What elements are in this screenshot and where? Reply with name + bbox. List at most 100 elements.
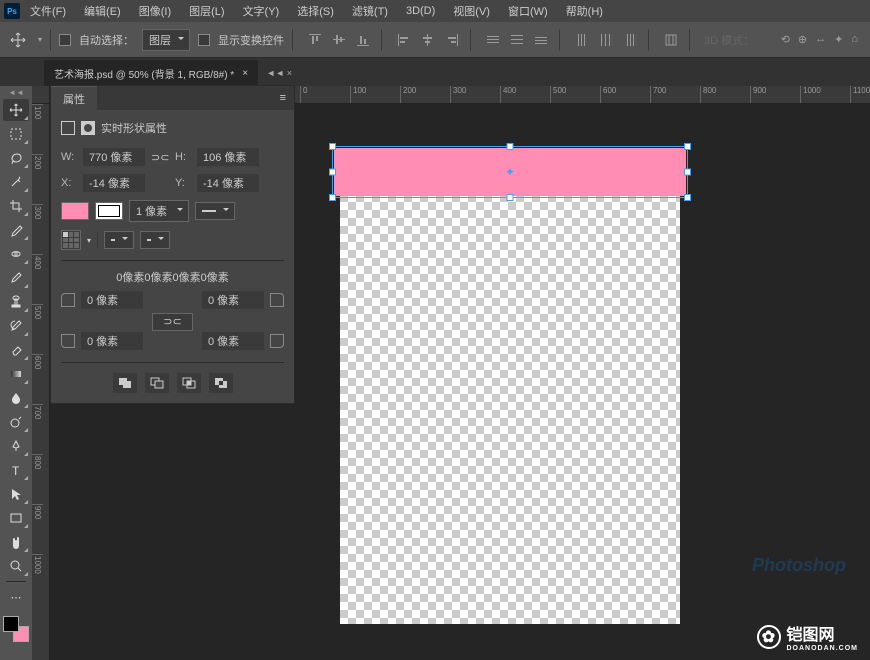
- align-vcenter-icon[interactable]: [329, 30, 349, 50]
- marquee-tool[interactable]: [3, 123, 29, 145]
- zoom-tool[interactable]: [3, 555, 29, 577]
- corner-tr-input[interactable]: [202, 291, 264, 309]
- gradient-tool[interactable]: [3, 363, 29, 385]
- menu-edit[interactable]: 编辑(E): [76, 1, 129, 21]
- align-right-icon[interactable]: [442, 30, 462, 50]
- slide-icon[interactable]: ↔: [815, 33, 826, 46]
- shape-tool[interactable]: [3, 507, 29, 529]
- width-label: W:: [61, 151, 77, 163]
- eraser-tool[interactable]: [3, 339, 29, 361]
- scale-3d-icon[interactable]: ✦: [834, 33, 843, 46]
- handle-top-left[interactable]: [329, 143, 336, 150]
- transform-bounding-box[interactable]: ✦: [332, 146, 688, 198]
- ruler-vertical[interactable]: 1002003004005006007008009001000: [32, 104, 50, 660]
- orbit-icon[interactable]: ⟲: [781, 33, 790, 46]
- fill-color-swatch[interactable]: [61, 202, 89, 220]
- join-type-dropdown[interactable]: [140, 231, 170, 249]
- y-input[interactable]: [197, 174, 259, 192]
- handle-bot-left[interactable]: [329, 194, 336, 201]
- handle-mid-right[interactable]: [684, 169, 691, 176]
- ruler-origin[interactable]: [32, 86, 50, 104]
- dodge-tool[interactable]: [3, 411, 29, 433]
- pathop-intersect-icon[interactable]: [177, 373, 201, 393]
- crop-tool[interactable]: [3, 195, 29, 217]
- menu-select[interactable]: 选择(S): [289, 1, 342, 21]
- auto-select-target[interactable]: 图层: [142, 29, 190, 51]
- auto-select-checkbox[interactable]: [59, 34, 71, 46]
- corner-tl-icon: [61, 293, 75, 307]
- close-tab-icon[interactable]: ×: [242, 68, 248, 79]
- brush-tool[interactable]: [3, 267, 29, 289]
- lasso-tool[interactable]: [3, 147, 29, 169]
- pan-3d-icon[interactable]: ⊕: [798, 33, 807, 46]
- dist-h3-icon[interactable]: [531, 30, 551, 50]
- path-select-tool[interactable]: [3, 483, 29, 505]
- dist-v1-icon[interactable]: [572, 30, 592, 50]
- watermark-brand-text: 铠图网: [787, 627, 835, 644]
- align-top-icon[interactable]: [305, 30, 325, 50]
- pathop-exclude-icon[interactable]: [209, 373, 233, 393]
- fg-color-swatch[interactable]: [3, 616, 19, 632]
- document-tab[interactable]: 艺术海报.psd @ 50% (背景 1, RGB/8#) * ×: [44, 60, 258, 86]
- handle-bot-right[interactable]: [684, 194, 691, 201]
- history-brush-tool[interactable]: [3, 315, 29, 337]
- panel-collapse-button[interactable]: ◄◄ ×: [266, 68, 292, 78]
- magic-wand-tool[interactable]: [3, 171, 29, 193]
- stroke-color-swatch[interactable]: [95, 202, 123, 220]
- stamp-tool[interactable]: [3, 291, 29, 313]
- stroke-width-input[interactable]: 1 像素: [129, 200, 189, 222]
- pathop-combine-icon[interactable]: [113, 373, 137, 393]
- transform-center-icon[interactable]: ✦: [505, 165, 515, 179]
- move-tool[interactable]: [3, 99, 29, 121]
- height-input[interactable]: [197, 148, 259, 166]
- menu-3d[interactable]: 3D(D): [398, 3, 443, 19]
- align-hcenter-icon[interactable]: [418, 30, 438, 50]
- wh-link-icon[interactable]: ⊃⊂: [151, 151, 169, 164]
- corner-tl-input[interactable]: [81, 291, 143, 309]
- shape-props-icon: [61, 121, 75, 135]
- healing-tool[interactable]: [3, 243, 29, 265]
- dist-h1-icon[interactable]: [483, 30, 503, 50]
- properties-tab[interactable]: 属性: [51, 86, 97, 111]
- pen-tool[interactable]: [3, 435, 29, 457]
- stroke-style-dropdown[interactable]: [195, 202, 235, 220]
- panel-tab-bar: 属性 ≡: [51, 86, 294, 110]
- width-input[interactable]: [83, 148, 145, 166]
- menu-type[interactable]: 文字(Y): [235, 1, 288, 21]
- corner-br-input[interactable]: [202, 332, 264, 350]
- pathop-subtract-icon[interactable]: [145, 373, 169, 393]
- auto-select-label: 自动选择：: [79, 32, 134, 48]
- menu-image[interactable]: 图像(I): [131, 1, 179, 21]
- handle-mid-left[interactable]: [329, 169, 336, 176]
- panel-menu-icon[interactable]: ≡: [272, 92, 294, 104]
- dist-v3-icon[interactable]: [620, 30, 640, 50]
- corner-link-icon[interactable]: ⊃⊂: [152, 313, 192, 331]
- stroke-align-dropdown[interactable]: [61, 230, 81, 250]
- color-swatches[interactable]: [3, 616, 29, 642]
- cap-type-dropdown[interactable]: [104, 231, 134, 249]
- handle-bot-mid[interactable]: [507, 194, 514, 201]
- menu-window[interactable]: 窗口(W): [500, 1, 556, 21]
- x-input[interactable]: [83, 174, 145, 192]
- align-bottom-icon[interactable]: [353, 30, 373, 50]
- auto-align-icon[interactable]: [661, 30, 681, 50]
- edit-toolbar[interactable]: ⋯: [3, 586, 29, 608]
- corner-bl-input[interactable]: [81, 332, 143, 350]
- artboard[interactable]: ✦: [340, 154, 680, 624]
- menu-help[interactable]: 帮助(H): [558, 1, 611, 21]
- show-transform-checkbox[interactable]: [198, 34, 210, 46]
- menu-view[interactable]: 视图(V): [445, 1, 498, 21]
- hand-tool[interactable]: [3, 531, 29, 553]
- dist-v2-icon[interactable]: [596, 30, 616, 50]
- align-left-icon[interactable]: [394, 30, 414, 50]
- menu-file[interactable]: 文件(F): [22, 1, 74, 21]
- eyedropper-tool[interactable]: [3, 219, 29, 241]
- menu-layer[interactable]: 图层(L): [181, 1, 232, 21]
- roll-icon[interactable]: ⌂: [851, 33, 858, 46]
- handle-top-mid[interactable]: [507, 143, 514, 150]
- menu-filter[interactable]: 滤镜(T): [344, 1, 396, 21]
- type-tool[interactable]: T: [3, 459, 29, 481]
- blur-tool[interactable]: [3, 387, 29, 409]
- dist-h2-icon[interactable]: [507, 30, 527, 50]
- handle-top-right[interactable]: [684, 143, 691, 150]
